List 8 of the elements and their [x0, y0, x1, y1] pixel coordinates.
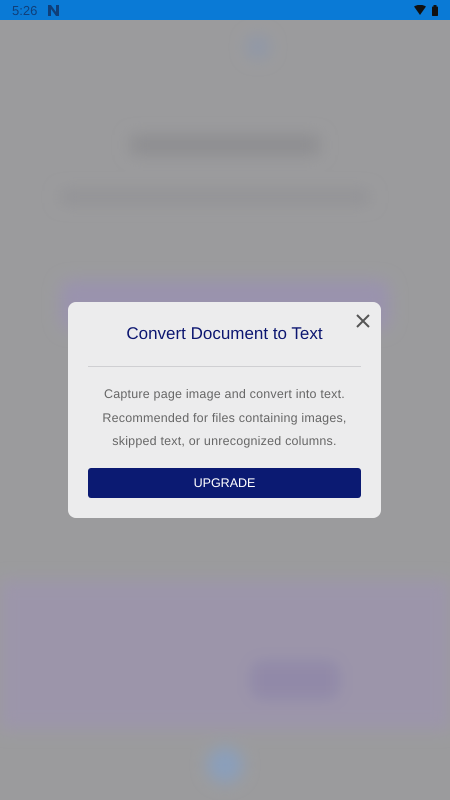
close-icon[interactable] [356, 314, 370, 328]
notification-icon [47, 4, 60, 16]
upgrade-button[interactable]: UPGRADE [88, 468, 361, 498]
dialog-title: Convert Document to Text [126, 324, 323, 345]
status-time: 5:26 [12, 2, 38, 18]
wifi-icon [414, 5, 426, 15]
battery-icon [432, 4, 438, 16]
dialog-message: Capture page image and convert into text. Recommended for files containing images, skipped text, or unrecognized columns. [101, 386, 348, 450]
